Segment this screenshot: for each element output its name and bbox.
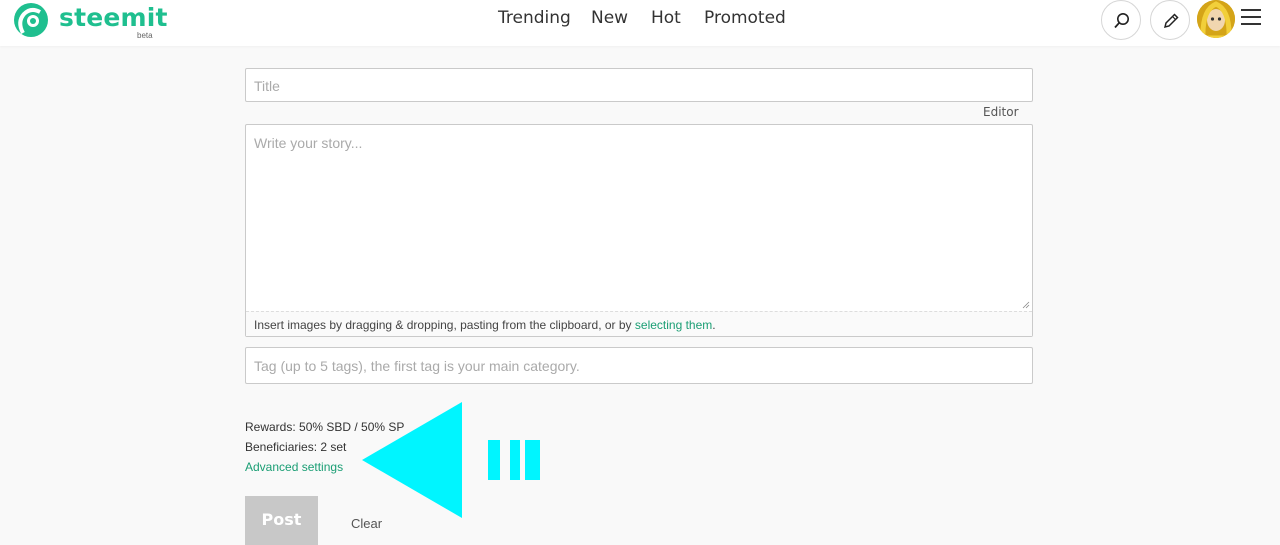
editor-toggle[interactable]: Editor — [983, 105, 1019, 119]
beneficiaries-info: Beneficiaries: 2 set — [245, 440, 347, 454]
pencil-icon — [1163, 13, 1179, 29]
annotation-arrow-icon — [362, 402, 540, 518]
nav-hot[interactable]: Hot — [651, 8, 681, 28]
resize-handle-icon[interactable] — [1022, 301, 1030, 309]
post-button[interactable]: Post — [245, 496, 318, 545]
user-avatar[interactable] — [1197, 0, 1235, 38]
write-post-button[interactable] — [1150, 0, 1190, 40]
main-nav: Trending New Hot Promoted — [0, 8, 1280, 30]
tags-input[interactable]: Tag (up to 5 tags), the first tag is you… — [245, 347, 1033, 384]
title-placeholder: Title — [254, 78, 280, 94]
dropzone-text: Insert images by dragging & dropping, pa… — [254, 318, 716, 332]
story-placeholder: Write your story... — [254, 135, 363, 151]
nav-promoted[interactable]: Promoted — [704, 8, 786, 28]
top-bar: steemit beta Trending New Hot Promoted — [0, 0, 1280, 46]
search-button[interactable] — [1101, 0, 1141, 40]
tags-placeholder: Tag (up to 5 tags), the first tag is you… — [254, 358, 580, 374]
image-dropzone[interactable]: Insert images by dragging & dropping, pa… — [246, 311, 1032, 336]
clear-button[interactable]: Clear — [351, 516, 382, 531]
avatar-image — [1197, 0, 1235, 38]
select-images-link[interactable]: selecting them — [635, 318, 712, 332]
search-icon — [1114, 13, 1129, 29]
story-textarea[interactable]: Write your story... Insert images by dra… — [245, 124, 1033, 337]
title-input[interactable]: Title — [245, 68, 1033, 102]
beta-label: beta — [137, 31, 153, 40]
advanced-settings-link[interactable]: Advanced settings — [245, 460, 343, 474]
nav-trending[interactable]: Trending — [498, 8, 571, 28]
nav-new[interactable]: New — [591, 8, 628, 28]
menu-button[interactable] — [1241, 9, 1263, 27]
